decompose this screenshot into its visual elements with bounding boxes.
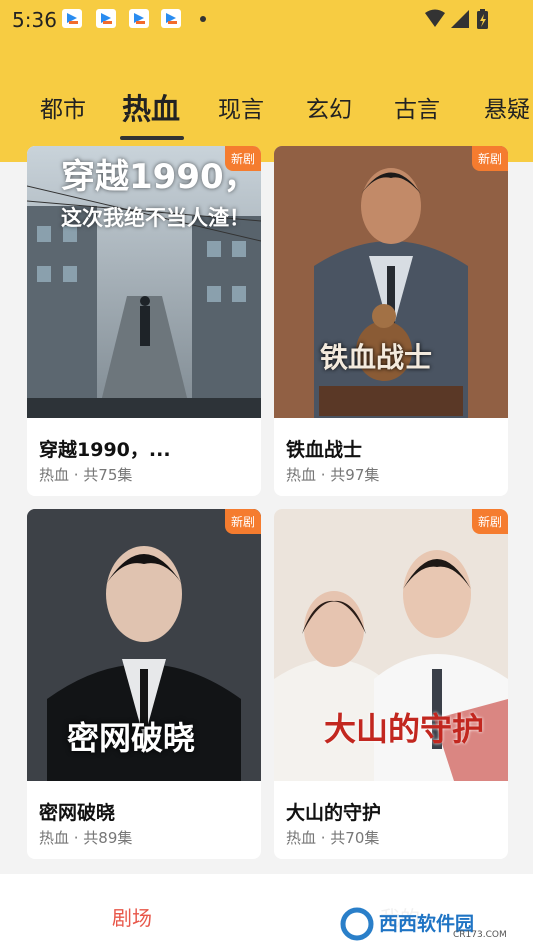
drama-poster[interactable]: 密网破晓 新剧 — [27, 509, 261, 781]
status-bar: 5:36 — [0, 0, 533, 38]
poster-title-text: 铁血战士 — [320, 341, 433, 374]
tab-xuanhuan[interactable]: 玄幻 — [306, 90, 352, 124]
app-notification-icon — [161, 9, 181, 28]
category-tabs: 都市 热血 现言 玄幻 古言 悬疑 — [0, 82, 533, 142]
drama-poster[interactable]: 大山的守护 新剧 — [274, 509, 508, 781]
drama-title: 穿越1990，... — [39, 439, 171, 461]
app-notification-icon — [129, 9, 149, 28]
tab-rexue[interactable]: 热血 — [122, 86, 180, 128]
battery-icon — [477, 9, 488, 29]
new-badge: 新剧 — [224, 509, 261, 534]
watermark: 西西软件园 CR173.COM — [335, 904, 515, 944]
nav-theater[interactable]: 剧场 — [112, 902, 152, 931]
more-notifications-icon — [200, 16, 206, 22]
app-notification-icon — [96, 9, 116, 28]
poster-subtitle-text: 这次我绝不当人渣！ — [61, 206, 250, 230]
new-badge: 新剧 — [471, 146, 508, 171]
poster-title-text: 大山的守护 — [324, 710, 485, 748]
drama-meta: 热血 · 共75集 — [39, 466, 133, 484]
drama-poster[interactable]: 穿越1990， 这次我绝不当人渣！ 新剧 — [27, 146, 261, 418]
active-tab-indicator — [120, 136, 184, 140]
watermark-url-text: CR173.COM — [453, 930, 507, 940]
new-badge: 新剧 — [224, 146, 261, 171]
drama-meta: 热血 · 共89集 — [39, 829, 133, 847]
signal-icon — [451, 10, 469, 28]
drama-title: 密网破晓 — [39, 802, 116, 824]
tab-xianyan[interactable]: 现言 — [218, 90, 264, 124]
drama-meta: 热血 · 共70集 — [286, 829, 380, 847]
system-status-icons — [425, 9, 488, 29]
app-notification-icon — [62, 9, 82, 28]
drama-card[interactable]: 铁血战士 新剧 铁血战士 热血 · 共97集 — [274, 146, 508, 496]
drama-title: 大山的守护 — [286, 802, 382, 824]
tab-xuanyi[interactable]: 悬疑 — [484, 90, 530, 124]
drama-poster[interactable]: 铁血战士 新剧 — [274, 146, 508, 418]
drama-card[interactable]: 大山的守护 新剧 大山的守护 热血 · 共70集 — [274, 509, 508, 859]
status-time: 5:36 — [12, 8, 57, 32]
drama-card[interactable]: 密网破晓 新剧 密网破晓 热血 · 共89集 — [27, 509, 261, 859]
drama-title: 铁血战士 — [286, 439, 363, 461]
poster-title-text: 密网破晓 — [67, 719, 196, 757]
drama-meta: 热血 · 共97集 — [286, 466, 380, 484]
header: 5:36 都市 热血 现言 玄幻 古言 悬疑 — [0, 0, 533, 162]
tab-guyan[interactable]: 古言 — [394, 90, 440, 124]
wifi-icon — [425, 9, 445, 27]
drama-card[interactable]: 穿越1990， 这次我绝不当人渣！ 新剧 穿越1990，... 热血 · 共75… — [27, 146, 261, 496]
tab-dushi[interactable]: 都市 — [40, 90, 86, 124]
new-badge: 新剧 — [471, 509, 508, 534]
